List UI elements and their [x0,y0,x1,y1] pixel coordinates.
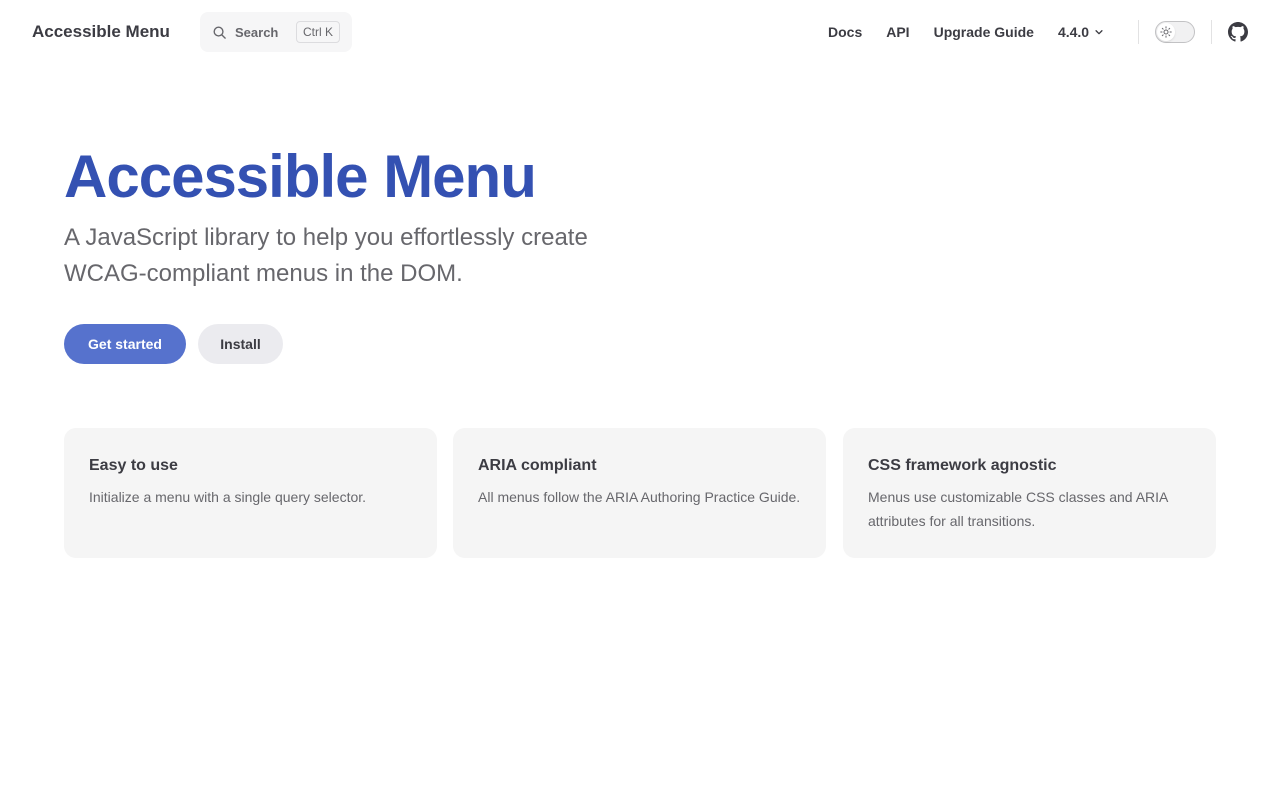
version-label: 4.4.0 [1057,24,1090,40]
install-button[interactable]: Install [198,324,283,364]
shortcut-mod: Ctrl [303,25,322,39]
nav-link-docs[interactable]: Docs [828,21,862,43]
nav-menu: Docs API Upgrade Guide 4.4.0 [828,21,1104,43]
feature-card-aria-compliant: ARIA compliant All menus follow the ARIA… [453,428,826,558]
github-icon [1228,22,1248,42]
nav-link-upgrade-guide[interactable]: Upgrade Guide [934,21,1034,43]
search-label: Search [235,25,279,40]
navbar: Accessible Menu Search Ctrl K Docs API U… [0,0,1280,64]
version-dropdown[interactable]: 4.4.0 [1058,24,1104,40]
sun-icon [1160,26,1172,38]
feature-details: Initialize a menu with a single query se… [89,489,367,505]
nav-divider [1138,20,1139,44]
search-icon [213,26,226,39]
feature-details: All menus follow the ARIA Authoring Prac… [478,489,801,505]
feature-card-css-framework-agnostic: CSS framework agnostic Menus use customi… [843,428,1216,558]
toggle-knob [1157,23,1175,41]
feature-title: CSS framework agnostic [868,457,1057,474]
feature-card-easy-to-use: Easy to use Initialize a menu with a sin… [64,428,437,558]
feature-title: ARIA compliant [478,457,597,474]
search-shortcut: Ctrl K [296,21,341,43]
nav-divider [1211,20,1212,44]
shortcut-key: K [325,25,334,39]
nav-link-api[interactable]: API [886,21,909,43]
chevron-down-icon [1095,30,1103,35]
site-title-link[interactable]: Accessible Menu [32,21,170,43]
hero-tagline: A JavaScript library to help you effortl… [64,224,588,287]
search-button[interactable]: Search Ctrl K [200,12,352,52]
github-link[interactable] [1228,22,1248,42]
feature-title: Easy to use [89,457,178,474]
appearance-toggle[interactable] [1155,21,1195,43]
get-started-button[interactable]: Get started [64,324,186,364]
hero-title: Accessible Menu [64,143,537,210]
feature-details: Menus use customizable CSS classes and A… [868,489,1168,529]
